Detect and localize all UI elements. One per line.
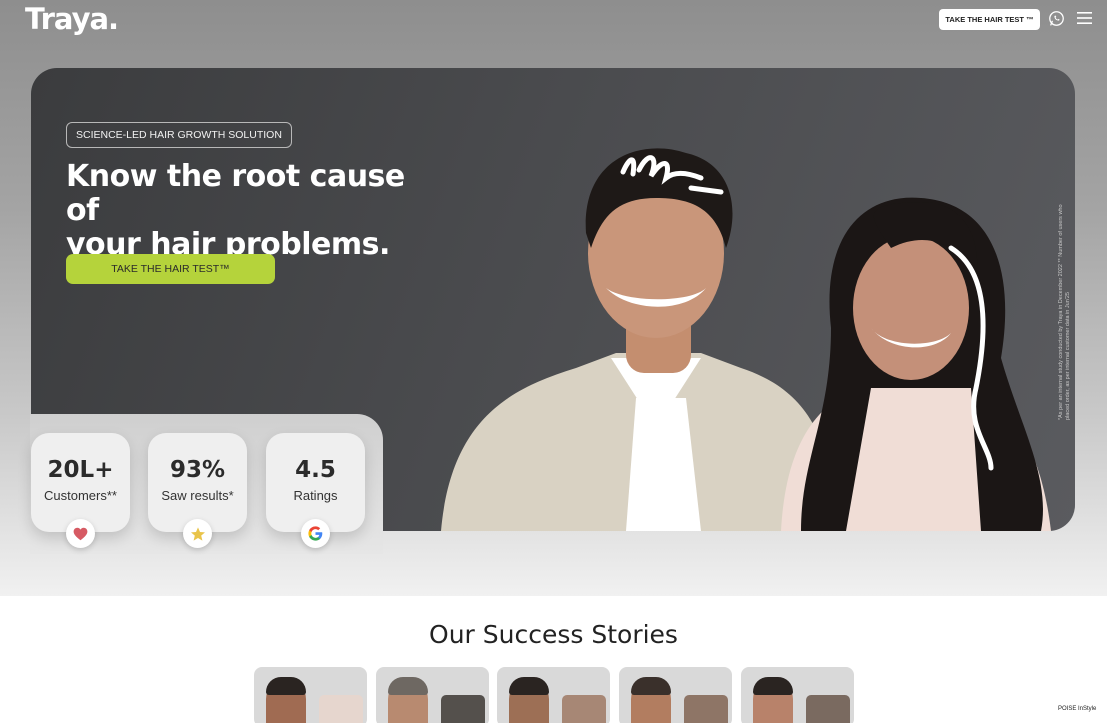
hair-shape	[388, 677, 428, 695]
success-story-card[interactable]	[376, 667, 489, 723]
hair-shape	[266, 677, 306, 695]
stat-value: 4.5	[295, 457, 336, 483]
after-photo-thumb	[806, 695, 850, 723]
top-navigation: Traya. TAKE THE HAIR TEST ™	[0, 0, 1107, 40]
stat-card-results: 93% Saw results*	[148, 433, 247, 548]
take-hair-test-nav-button[interactable]: TAKE THE HAIR TEST ™	[939, 9, 1040, 30]
stat-label: Ratings	[293, 488, 338, 503]
hero-headline: Know the root cause of your hair problem…	[66, 160, 446, 262]
hero-disclaimer: *As per an internal study conducted by T…	[1058, 204, 1071, 420]
success-story-card[interactable]	[254, 667, 367, 723]
hair-shape	[509, 677, 549, 695]
stat-card-ratings: 4.5 Ratings	[266, 433, 365, 548]
success-story-card[interactable]	[497, 667, 610, 723]
hero-badge: SCIENCE-LED HAIR GROWTH SOLUTION	[66, 122, 292, 148]
success-story-card[interactable]	[741, 667, 854, 723]
stat-value: 20L+	[47, 457, 114, 483]
watermark-text: POISE InStyle	[1058, 706, 1097, 712]
hamburger-menu-icon[interactable]	[1077, 11, 1092, 25]
stat-label: Customers**	[44, 488, 117, 503]
stat-value: 93%	[169, 457, 226, 483]
success-story-card[interactable]	[619, 667, 732, 723]
whatsapp-icon[interactable]	[1048, 10, 1065, 27]
hair-shape	[753, 677, 793, 695]
success-stories-title: Our Success Stories	[429, 620, 678, 649]
after-photo-thumb	[441, 695, 485, 723]
stat-card-customers: 20L+ Customers**	[31, 433, 130, 548]
after-photo-thumb	[684, 695, 728, 723]
stat-label: Saw results*	[161, 488, 234, 503]
traya-logo[interactable]: Traya.	[25, 2, 119, 36]
after-photo-thumb	[319, 695, 363, 723]
take-hair-test-hero-button[interactable]: TAKE THE HAIR TEST™	[66, 254, 275, 284]
hero-people-illustration	[441, 148, 1051, 531]
star-icon	[183, 519, 212, 548]
headline-line-1: Know the root cause of	[66, 159, 405, 228]
hair-shape	[631, 677, 671, 695]
after-photo-thumb	[562, 695, 606, 723]
google-icon	[301, 519, 330, 548]
heart-icon	[66, 519, 95, 548]
